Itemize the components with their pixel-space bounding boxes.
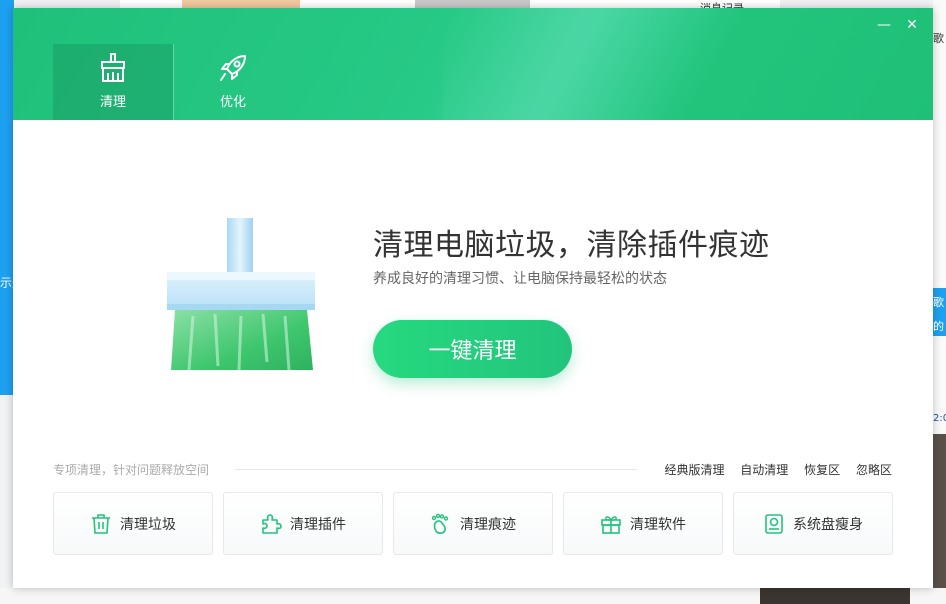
one-click-clean-button[interactable]: 一键清理 [373,320,572,378]
card-clean-junk[interactable]: 清理垃圾 [53,492,213,555]
disk-icon [765,513,783,534]
background-text-left: 示是 [0,276,14,290]
tab-clean[interactable]: 清理 [53,44,173,120]
background-text-right: 的 [933,320,944,333]
puzzle-icon [262,513,282,534]
background-image [933,434,946,604]
card-clean-traces[interactable]: 清理痕迹 [393,492,553,555]
broom-illustration [167,218,315,371]
hero-title: 清理电脑垃圾，清除插件痕迹 [373,228,770,263]
card-system-disk-slim[interactable]: 系统盘瘦身 [733,492,893,555]
card-clean-software[interactable]: 清理软件 [563,492,723,555]
card-label: 清理软件 [630,516,686,533]
rocket-icon [220,55,246,81]
close-button[interactable]: ✕ [900,14,924,36]
special-links: 经典版清理 自动清理 恢复区 忽略区 [652,461,892,478]
broom-icon [101,53,125,82]
tab-optimize-label: 优化 [219,95,246,110]
background-text-right: 歌 [933,296,944,309]
special-clean-label: 专项清理，针对问题释放空间 [53,463,210,477]
card-clean-plugins[interactable]: 清理插件 [223,492,383,555]
hero-subtitle: 养成良好的清理习惯、让电脑保持最轻松的状态 [373,271,667,287]
tab-clean-label: 清理 [99,95,126,110]
trash-icon [92,513,110,534]
background-text-right: 2:0 [933,413,946,424]
cleaner-window: 清理 优化 — ✕ 清理电脑垃圾，清除插件痕迹 养成良好的清理习惯、让电脑保持最… [13,8,933,588]
section-divider [235,469,637,470]
card-label: 清理插件 [290,516,346,533]
link-ignore-area[interactable]: 忽略区 [856,463,892,477]
card-label: 清理痕迹 [460,516,516,533]
card-label: 系统盘瘦身 [793,516,863,533]
background-image [760,588,910,604]
link-recovery-area[interactable]: 恢复区 [804,463,840,477]
link-auto-clean[interactable]: 自动清理 [740,463,788,477]
desktop-background-left [0,0,14,395]
gift-box-icon [601,515,621,534]
footprint-icon [431,513,449,534]
window-header: 清理 优化 — ✕ [13,8,933,120]
minimize-button[interactable]: — [872,14,896,36]
tab-optimize[interactable]: 优化 [173,44,293,120]
link-classic-clean[interactable]: 经典版清理 [664,463,724,477]
background-text-right: 歌 [933,32,944,45]
card-label: 清理垃圾 [120,516,176,533]
header-decoration [443,8,743,120]
